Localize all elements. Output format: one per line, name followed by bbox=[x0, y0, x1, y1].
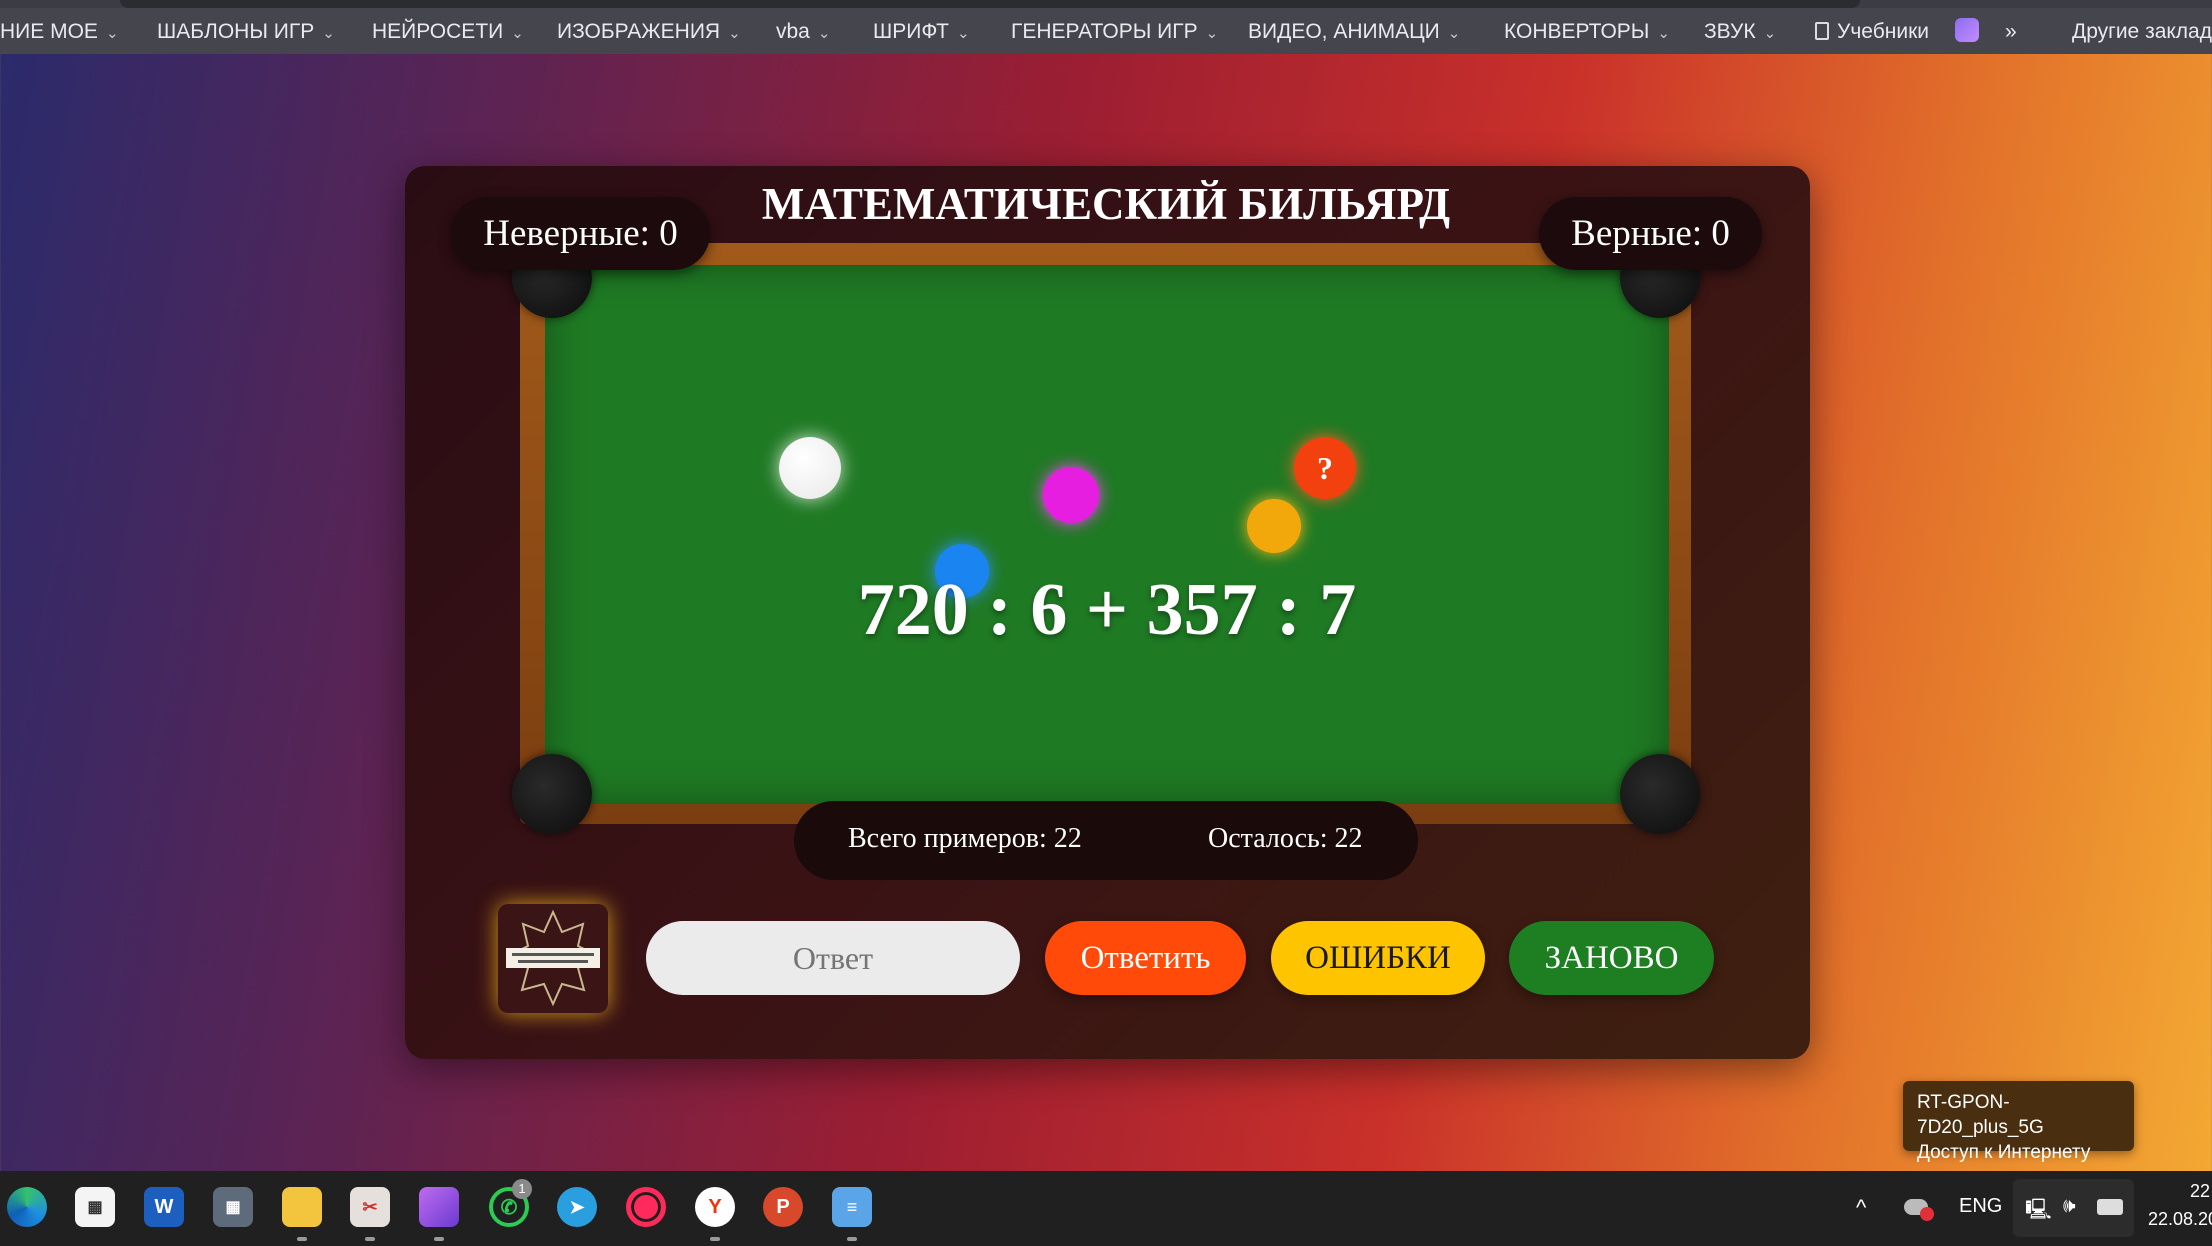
logo-emblem-icon bbox=[498, 904, 608, 1013]
explorer-icon[interactable] bbox=[282, 1187, 322, 1227]
question-ball[interactable]: ? bbox=[1294, 437, 1356, 499]
bookmark-label: ГЕНЕРАТОРЫ ИГР bbox=[1011, 20, 1198, 43]
quick-settings-button[interactable]: 🖳 🕪 bbox=[2013, 1179, 2134, 1237]
cue-ball[interactable] bbox=[779, 437, 841, 499]
ai-extension-icon[interactable] bbox=[1955, 18, 1979, 42]
bookmark-label: НЕЙРОСЕТИ bbox=[372, 20, 503, 43]
clock-date[interactable]: 22.08.20 bbox=[2148, 1209, 2212, 1230]
bookmarks-bar: НИЕ МОЕ ⌄ ШАБЛОНЫ ИГР ⌄ НЕЙРОСЕТИ ⌄ ИЗОБРАЖ… bbox=[0, 8, 2212, 54]
bookmark-label: ЗВУК bbox=[1704, 20, 1756, 43]
telegram-icon[interactable]: ➤ bbox=[557, 1187, 597, 1227]
chevron-down-icon: ⌄ bbox=[511, 25, 524, 42]
network-tooltip: RT-GPON-7D20_plus_5G Доступ к Интернету bbox=[1903, 1081, 2134, 1151]
bookmark-folder[interactable]: ИЗОБРАЖЕНИЯ ⌄ bbox=[557, 20, 741, 44]
network-name: RT-GPON-7D20_plus_5G bbox=[1917, 1090, 2120, 1140]
table-felt bbox=[545, 265, 1669, 804]
language-indicator[interactable]: ENG bbox=[1959, 1195, 2002, 1218]
bookmark-folder[interactable]: КОНВЕРТОРЫ ⌄ bbox=[1504, 20, 1670, 44]
bookmark-textbooks[interactable]: Учебники bbox=[1815, 20, 1929, 44]
submit-answer-button[interactable]: Ответить bbox=[1045, 921, 1246, 995]
chevron-down-icon: ⌄ bbox=[1657, 25, 1670, 42]
running-indicator bbox=[710, 1237, 720, 1241]
running-indicator bbox=[297, 1237, 307, 1241]
browser-tab-strip bbox=[0, 0, 2212, 8]
pocket bbox=[1620, 754, 1700, 834]
error-badge-icon bbox=[1920, 1207, 1934, 1221]
bookmark-folder[interactable]: НЕЙРОСЕТИ ⌄ bbox=[372, 20, 524, 44]
bookmark-folder[interactable]: ВИДЕО, АНИМАЦИ ⌄ bbox=[1248, 20, 1460, 44]
bookmark-label: ШАБЛОНЫ ИГР bbox=[157, 20, 314, 43]
clipchamp-icon[interactable] bbox=[419, 1187, 459, 1227]
bookmark-folder[interactable]: vba ⌄ bbox=[776, 20, 830, 44]
yellow-ball[interactable] bbox=[1247, 499, 1301, 553]
stats-bar: Всего примеров: 22 Осталось: 22 bbox=[794, 801, 1418, 880]
wrong-counter: Неверные: 0 bbox=[451, 197, 710, 270]
restart-button[interactable]: ЗАНОВО bbox=[1509, 921, 1714, 995]
chevron-down-icon: ⌄ bbox=[1764, 25, 1777, 42]
network-status: Доступ к Интернету bbox=[1917, 1140, 2120, 1165]
chevron-down-icon: ⌄ bbox=[1448, 25, 1461, 42]
right-counter: Верные: 0 bbox=[1539, 197, 1762, 270]
word-icon[interactable]: W bbox=[144, 1187, 184, 1227]
bookmark-label: vba bbox=[776, 20, 810, 43]
store-icon[interactable]: ▦ bbox=[75, 1187, 115, 1227]
author-logo bbox=[498, 904, 608, 1013]
chevron-down-icon: ⌄ bbox=[957, 25, 970, 42]
network-icon: 🖳 bbox=[2025, 1195, 2052, 1229]
chevron-down-icon: ⌄ bbox=[106, 25, 119, 42]
math-expression: 720 : 6 + 357 : 7 bbox=[545, 568, 1669, 653]
bookmark-label: ИЗОБРАЖЕНИЯ bbox=[557, 20, 720, 43]
bookmark-folder[interactable]: НИЕ МОЕ ⌄ bbox=[0, 20, 119, 44]
bookmark-folder[interactable]: ЗВУК ⌄ bbox=[1704, 20, 1776, 44]
show-hidden-icons-chevron-icon[interactable]: ^ bbox=[1856, 1195, 1866, 1221]
running-indicator bbox=[434, 1237, 444, 1241]
running-indicator bbox=[847, 1237, 857, 1241]
game-title: МАТЕМАТИЧЕСКИЙ БИЛЬЯРД bbox=[0, 178, 2212, 230]
record-icon[interactable] bbox=[626, 1187, 666, 1227]
magenta-ball[interactable] bbox=[1043, 467, 1099, 523]
address-bar[interactable] bbox=[120, 0, 1860, 8]
battery-icon bbox=[2097, 1199, 2123, 1215]
bookmark-folder[interactable]: ШАБЛОНЫ ИГР ⌄ bbox=[157, 20, 335, 44]
clock-time[interactable]: 22 bbox=[2190, 1181, 2210, 1202]
edge-icon[interactable] bbox=[7, 1187, 47, 1227]
bookmark-folder[interactable]: ГЕНЕРАТОРЫ ИГР ⌄ bbox=[1011, 20, 1218, 44]
volume-icon: 🕪 bbox=[2063, 1195, 2076, 1218]
pocket bbox=[512, 754, 592, 834]
document-icon bbox=[1815, 22, 1829, 40]
yandex-icon[interactable]: Y bbox=[695, 1187, 735, 1227]
bookmark-folder[interactable]: ШРИФТ ⌄ bbox=[873, 20, 970, 44]
taskbar: ▦ W ▦ ✂ ✆ 1 ➤ Y P ≡ ^ ENG 🖳 🕪 22 22.08.2… bbox=[0, 1171, 2212, 1246]
whatsapp-badge: 1 bbox=[512, 1179, 532, 1199]
more-bookmarks-button[interactable]: » bbox=[2005, 20, 2017, 44]
snipping-icon[interactable]: ✂ bbox=[350, 1187, 390, 1227]
bookmark-label: НИЕ МОЕ bbox=[0, 20, 98, 43]
errors-button[interactable]: ОШИБКИ bbox=[1271, 921, 1485, 995]
calculator-icon[interactable]: ▦ bbox=[213, 1187, 253, 1227]
bookmark-label: ШРИФТ bbox=[873, 20, 949, 43]
onedrive-error-icon[interactable] bbox=[1904, 1199, 1928, 1215]
bookmark-label: Учебники bbox=[1837, 20, 1929, 43]
chevron-down-icon: ⌄ bbox=[728, 25, 741, 42]
chevron-down-icon: ⌄ bbox=[322, 25, 335, 42]
powerpoint-icon[interactable]: P bbox=[763, 1187, 803, 1227]
remaining-examples: Осталось: 22 bbox=[1208, 823, 1363, 855]
notepad-icon[interactable]: ≡ bbox=[832, 1187, 872, 1227]
chevron-down-icon: ⌄ bbox=[818, 25, 831, 42]
chevron-down-icon: ⌄ bbox=[1206, 25, 1219, 42]
bookmark-label: КОНВЕРТОРЫ bbox=[1504, 20, 1649, 43]
running-indicator bbox=[365, 1237, 375, 1241]
other-bookmarks[interactable]: Другие заклад bbox=[2072, 20, 2212, 44]
total-examples: Всего примеров: 22 bbox=[848, 823, 1082, 855]
bookmark-label: ВИДЕО, АНИМАЦИ bbox=[1248, 20, 1440, 43]
answer-input[interactable] bbox=[646, 921, 1020, 995]
